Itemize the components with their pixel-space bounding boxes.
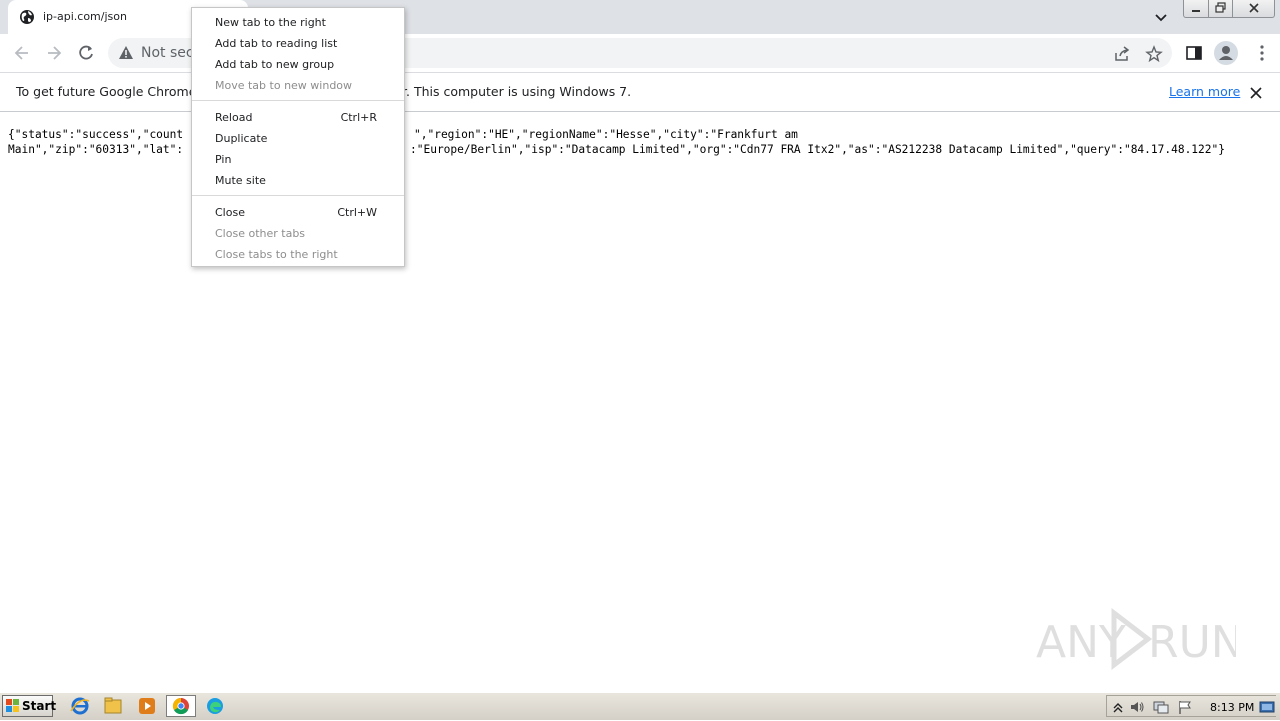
- edge-taskbar-button[interactable]: [202, 695, 228, 717]
- windows-taskbar: Start 8:13 PM: [0, 692, 1280, 720]
- warning-triangle-icon[interactable]: [118, 45, 134, 61]
- share-icon[interactable]: [1113, 45, 1131, 63]
- menu-item-add-new-group[interactable]: Add tab to new group: [192, 54, 404, 75]
- menu-item-label: Reload: [215, 111, 253, 124]
- menu-item-close[interactable]: Close Ctrl+W: [192, 202, 404, 223]
- anyrun-watermark-logo: ANY RUN: [1036, 607, 1236, 671]
- json-line2-right: :"Europe/Berlin","isp":"Datacamp Limited…: [410, 143, 1225, 156]
- menu-item-duplicate[interactable]: Duplicate: [192, 128, 404, 149]
- chrome-icon: [172, 697, 189, 715]
- menu-item-label: Close other tabs: [215, 227, 306, 240]
- minimize-icon: [1192, 10, 1200, 12]
- system-tray: 8:13 PM: [1106, 695, 1276, 717]
- show-hidden-icons-icon[interactable]: [1110, 699, 1126, 715]
- menu-separator: [192, 100, 404, 101]
- menu-item-label: Close: [215, 206, 245, 219]
- menu-item-shortcut: Ctrl+R: [340, 111, 377, 124]
- infobar-message-left: To get future Google Chrome up: [16, 84, 217, 99]
- network-icon[interactable]: [1153, 699, 1169, 715]
- menu-separator: [192, 195, 404, 196]
- start-label: Start: [22, 699, 57, 713]
- menu-item-pin[interactable]: Pin: [192, 149, 404, 170]
- media-player-taskbar-button[interactable]: [134, 695, 160, 717]
- tab-title: ip-api.com/json: [43, 10, 127, 23]
- start-button[interactable]: Start: [2, 695, 57, 717]
- edge-icon: [207, 698, 223, 714]
- profile-avatar[interactable]: [1214, 41, 1238, 65]
- chrome-taskbar-button[interactable]: [166, 695, 196, 717]
- infobar-message-right: r. This computer is using Windows 7.: [402, 84, 632, 99]
- close-icon: [1248, 3, 1259, 13]
- back-arrow-icon[interactable]: [12, 43, 32, 63]
- menu-item-label: Add tab to new group: [215, 58, 335, 71]
- volume-icon[interactable]: [1129, 699, 1145, 715]
- svg-text:RUN: RUN: [1148, 617, 1236, 668]
- menu-item-label: Add tab to reading list: [215, 37, 338, 50]
- more-menu-icon[interactable]: [1258, 44, 1266, 62]
- menu-item-label: Move tab to new window: [215, 79, 353, 92]
- json-line1-left: {"status":"success","count: [8, 128, 184, 141]
- file-explorer-taskbar-button[interactable]: [100, 695, 126, 717]
- menu-item-new-tab-right[interactable]: New tab to the right: [192, 12, 404, 33]
- menu-item-label: New tab to the right: [215, 16, 326, 29]
- internet-explorer-taskbar-button[interactable]: [67, 695, 93, 717]
- restore-icon: [1214, 2, 1226, 13]
- menu-item-reload[interactable]: Reload Ctrl+R: [192, 107, 404, 128]
- taskbar-clock[interactable]: 8:13 PM: [1210, 701, 1254, 714]
- media-player-icon: [139, 698, 155, 714]
- side-panel-icon[interactable]: [1185, 44, 1203, 62]
- menu-item-shortcut: Ctrl+W: [337, 206, 377, 219]
- menu-item-label: Mute site: [215, 174, 266, 187]
- show-desktop-icon[interactable]: [1259, 699, 1275, 715]
- person-icon: [1219, 46, 1233, 60]
- menu-item-move-new-window: Move tab to new window: [192, 75, 404, 96]
- restore-button[interactable]: [1208, 0, 1233, 18]
- menu-item-close-tabs-right: Close tabs to the right: [192, 244, 404, 265]
- close-window-button[interactable]: [1232, 0, 1275, 18]
- json-line2-left: Main","zip":"60313","lat":: [8, 143, 184, 156]
- forward-arrow-icon[interactable]: [44, 43, 64, 63]
- learn-more-link[interactable]: Learn more: [1169, 84, 1240, 99]
- close-icon[interactable]: [1248, 85, 1264, 101]
- reload-icon[interactable]: [76, 43, 96, 63]
- tab-context-menu: New tab to the right Add tab to reading …: [191, 7, 405, 267]
- tab-search-chevron-icon[interactable]: [1152, 8, 1170, 26]
- menu-item-add-reading-list[interactable]: Add tab to reading list: [192, 33, 404, 54]
- windows-logo-icon: [6, 699, 19, 712]
- menu-item-mute-site[interactable]: Mute site: [192, 170, 404, 191]
- menu-item-label: Pin: [215, 153, 232, 166]
- globe-icon: [20, 10, 34, 24]
- file-explorer-icon: [104, 697, 122, 714]
- menu-item-close-other-tabs: Close other tabs: [192, 223, 404, 244]
- internet-explorer-icon: [70, 697, 90, 715]
- menu-item-label: Close tabs to the right: [215, 248, 338, 261]
- bookmark-star-icon[interactable]: [1145, 45, 1163, 63]
- menu-item-label: Duplicate: [215, 132, 268, 145]
- action-center-flag-icon[interactable]: [1177, 699, 1193, 715]
- minimize-button[interactable]: [1183, 0, 1209, 18]
- json-line1-right: ","region":"HE","regionName":"Hesse","ci…: [414, 128, 798, 141]
